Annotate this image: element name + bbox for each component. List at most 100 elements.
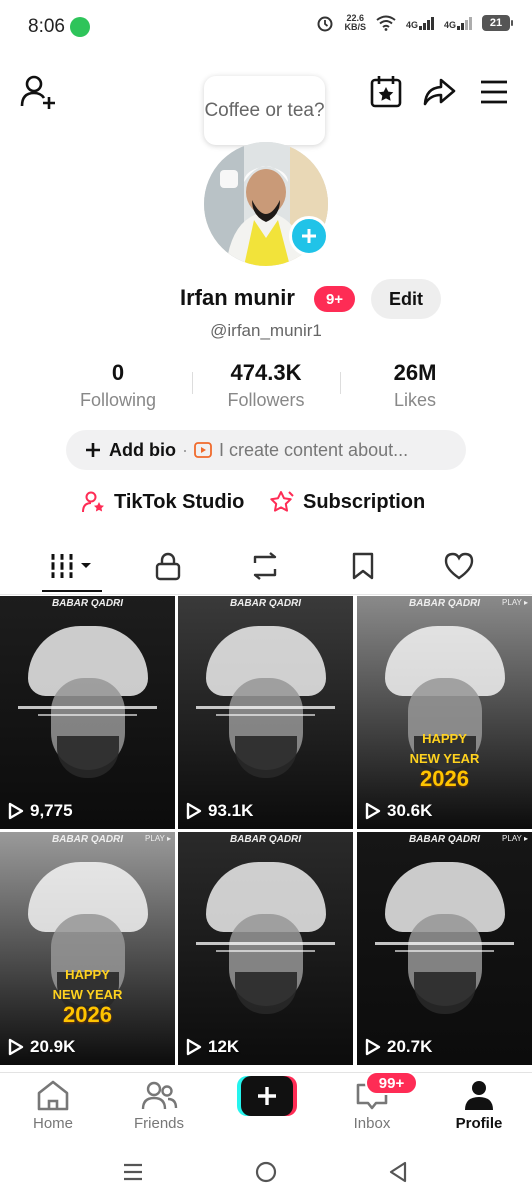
speed-unit: KB/S: [344, 22, 366, 32]
calendar-star-icon: [370, 76, 402, 108]
video-thumbnail[interactable]: BABAR QADRI 12K: [178, 832, 353, 1065]
friends-icon: [141, 1081, 178, 1110]
whatsapp-icon: [70, 17, 90, 37]
stat-divider: [192, 372, 193, 394]
caption-line: [395, 950, 494, 952]
beard-shape: [413, 972, 476, 1014]
create-button[interactable]: [237, 1076, 297, 1116]
video-grid: BABAR QADRI 9,775 BABAR QADRI 93.1K BABAR …: [0, 596, 532, 1068]
signal-2-icon: 4G: [443, 16, 472, 30]
view-count: 30.6K: [365, 801, 432, 821]
subscription-star-icon: [270, 491, 294, 512]
plus-icon: [302, 229, 316, 243]
tab-liked[interactable]: [429, 544, 489, 588]
likes-count: 26M: [393, 360, 437, 385]
hamburger-menu-icon: [481, 80, 507, 104]
profile-icon: [465, 1081, 493, 1110]
add-friend-button[interactable]: [18, 72, 58, 112]
nav-home-label: Home: [32, 1115, 73, 1132]
nav-profile[interactable]: Profile: [434, 1079, 524, 1132]
stat-divider: [340, 372, 341, 394]
video-thumbnail[interactable]: BABAR QADRI PLAY ▸ HAPPY NEW YEAR 2026 20.9K: [0, 832, 175, 1065]
view-count-value: 30.6K: [387, 801, 433, 820]
add-avatar-button[interactable]: [289, 216, 329, 256]
calendar-button[interactable]: [366, 72, 406, 112]
tab-reposts[interactable]: [235, 544, 295, 588]
bookmark-icon: [352, 552, 374, 580]
stat-followers[interactable]: 474.3K Followers: [196, 360, 336, 411]
notification-badge[interactable]: 9+: [314, 286, 355, 312]
alarm-icon: [317, 16, 333, 32]
beard-shape: [234, 736, 297, 778]
likes-label: Likes: [393, 390, 437, 410]
tiktok-studio-link[interactable]: TikTok Studio: [82, 490, 244, 514]
caption-line: [216, 714, 315, 716]
wifi-icon: [376, 15, 396, 31]
followers-label: Followers: [227, 390, 305, 410]
nav-profile-label: Profile: [455, 1115, 503, 1132]
video-thumbnail[interactable]: BABAR QADRI PLAY ▸ 20.7K: [357, 832, 532, 1065]
recent-apps-icon[interactable]: [122, 1161, 144, 1183]
tab-favorites[interactable]: [333, 544, 393, 588]
followers-count: 474.3K: [230, 360, 302, 385]
video-thumbnail[interactable]: BABAR QADRI 93.1K: [178, 596, 353, 829]
profile-tabs: [0, 544, 532, 592]
play-tag: PLAY ▸: [502, 834, 528, 843]
nav-friends-label: Friends: [133, 1115, 185, 1132]
bio-separator: ·: [181, 439, 188, 460]
add-person-icon: [20, 75, 55, 109]
signal-1-icon: 4G: [405, 16, 434, 30]
video-thumbnail[interactable]: BABAR QADRI 9,775: [0, 596, 175, 829]
stat-following[interactable]: 0 Following: [48, 360, 188, 411]
following-label: Following: [79, 390, 157, 410]
caption-line: [375, 942, 514, 945]
view-count-value: 93.1K: [208, 801, 254, 820]
subscription-link[interactable]: Subscription: [269, 490, 425, 514]
profile-name: Irfan munir: [180, 285, 295, 310]
create-plus-icon: [237, 1076, 297, 1116]
add-bio-button[interactable]: Add bio · I create content about...: [66, 430, 466, 470]
back-icon[interactable]: [387, 1160, 409, 1184]
beard-shape: [234, 972, 297, 1014]
add-bio-label: Add bio: [109, 439, 176, 460]
nav-inbox-label: Inbox: [353, 1115, 391, 1132]
tiktok-studio-label: TikTok Studio: [114, 490, 245, 513]
view-count: 9,775: [8, 801, 73, 821]
play-icon: [365, 1038, 381, 1056]
caption-line: [38, 714, 137, 716]
network-1-label: 4G: [405, 19, 418, 30]
tab-videos[interactable]: [42, 544, 102, 588]
view-count: 93.1K: [186, 801, 253, 821]
caption-line: [18, 706, 157, 709]
home-circle-icon[interactable]: [254, 1160, 278, 1184]
nav-friends[interactable]: Friends: [114, 1079, 204, 1132]
play-icon: [365, 802, 381, 820]
home-icon: [37, 1080, 69, 1111]
share-profile-button[interactable]: [419, 72, 459, 112]
nav-home[interactable]: Home: [8, 1079, 98, 1132]
stat-likes[interactable]: 26M Likes: [345, 360, 485, 411]
following-count: 0: [111, 360, 125, 385]
view-count-value: 20.9K: [30, 1037, 76, 1056]
play-icon: [8, 1038, 24, 1056]
edit-profile-button[interactable]: Edit: [371, 279, 441, 319]
inbox-badge: 99+: [365, 1071, 418, 1095]
system-nav: [0, 1148, 532, 1200]
video-thumbnail[interactable]: BABAR QADRI PLAY ▸ HAPPY NEW YEAR 2026 30.6K: [357, 596, 532, 829]
caption-line: [196, 706, 335, 709]
tab-private[interactable]: [138, 544, 198, 588]
caption-line: [216, 950, 315, 952]
plus-icon: [86, 443, 100, 457]
status-bubble[interactable]: Coffee or tea?: [204, 76, 325, 145]
network-2-label: 4G: [443, 19, 456, 30]
status-time: 8:06: [28, 16, 65, 37]
menu-button[interactable]: [474, 72, 514, 112]
video-watermark: BABAR QADRI: [229, 834, 302, 845]
play-tag: PLAY ▸: [502, 598, 528, 607]
share-arrow-icon: [423, 78, 456, 106]
lock-icon: [155, 552, 181, 581]
repost-icon: [253, 552, 277, 580]
play-icon: [8, 802, 24, 820]
create-content-text: I create content about...: [218, 439, 409, 460]
video-watermark: BABAR QADRI: [51, 598, 124, 609]
